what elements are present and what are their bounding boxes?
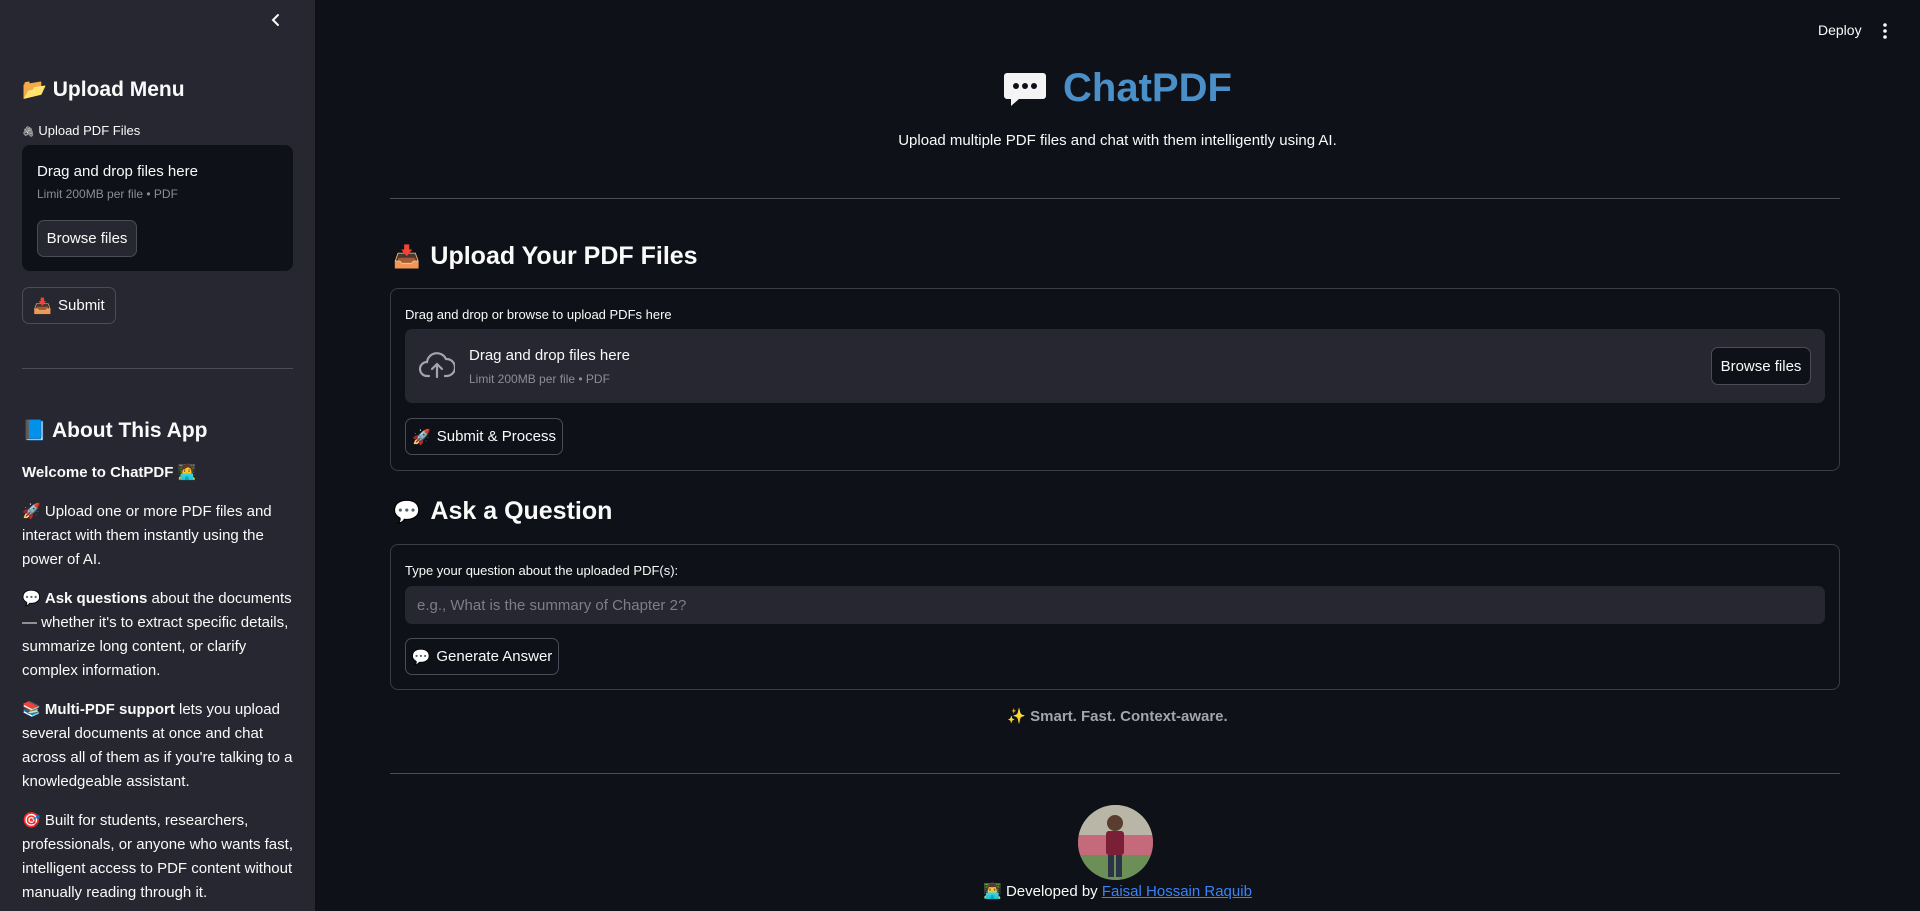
dropzone-limit: Limit 200MB per file • PDF — [37, 187, 178, 201]
target-icon: 🎯 — [22, 812, 41, 829]
submit-process-button[interactable]: 🚀 Submit & Process — [405, 418, 563, 455]
footer-divider — [390, 773, 1840, 774]
tagline: ✨ Smart. Fast. Context-aware. — [1007, 708, 1228, 725]
speech-bubble-icon: 💬 — [22, 590, 41, 607]
about-heading: 📘 About This App — [22, 419, 208, 442]
blue-book-icon: 📘 — [22, 420, 47, 442]
about-para-2: 💬 Ask questions about the documents — wh… — [22, 590, 292, 679]
collapse-sidebar-button[interactable] — [266, 10, 286, 30]
upload-label: Drag and drop or browse to upload PDFs h… — [405, 307, 672, 322]
cloud-upload-icon — [419, 352, 455, 379]
main-menu-button[interactable] — [1878, 22, 1892, 40]
header-divider — [390, 198, 1840, 199]
kebab-menu-icon — [1883, 23, 1887, 39]
deploy-button[interactable]: Deploy — [1818, 22, 1862, 38]
rocket-icon: 🚀 — [412, 428, 431, 446]
chevron-left-icon — [271, 14, 279, 26]
generate-answer-button[interactable]: 💬 Generate Answer — [405, 638, 559, 675]
inbox-tray-icon: 📥 — [33, 297, 52, 315]
paperclip-icon: 🖇 — [22, 127, 35, 138]
author-photo — [1078, 805, 1153, 880]
about-para-1: 🚀 Upload one or more PDF files and inter… — [22, 503, 272, 568]
page-title: ChatPDF — [1063, 66, 1232, 110]
browse-files-button[interactable]: Browse files — [1711, 347, 1811, 385]
question-input[interactable] — [405, 586, 1825, 624]
dropzone-text: Drag and drop files here — [469, 347, 630, 364]
speech-bubble-icon — [1004, 72, 1047, 106]
author-link[interactable]: Faisal Hossain Raquib — [1102, 883, 1252, 900]
inbox-tray-icon: 📥 — [393, 243, 421, 269]
sidebar-browse-button[interactable]: Browse files — [37, 220, 137, 257]
technologist-icon: 👨‍💻 — [983, 883, 1002, 900]
about-para-4: 🎯 Built for students, researchers, profe… — [22, 812, 293, 901]
sidebar: 📂 Upload Menu 🖇 Upload PDF Files Drag an… — [0, 0, 315, 911]
dropzone-text: Drag and drop files here — [37, 163, 198, 180]
sidebar-submit-button[interactable]: 📥 Submit — [22, 287, 116, 324]
question-card: Type your question about the uploaded PD… — [390, 544, 1840, 690]
books-icon: 📚 — [22, 701, 41, 718]
main-dropzone[interactable]: Drag and drop files here Limit 200MB per… — [405, 329, 1825, 403]
sparkles-icon: ✨ — [1007, 708, 1026, 725]
welcome-text: Welcome to ChatPDF 🧑‍💻 — [22, 464, 197, 481]
sidebar-divider — [22, 368, 293, 369]
upload-label: 🖇 Upload PDF Files — [22, 123, 141, 138]
author-avatar — [1078, 805, 1153, 880]
sidebar-dropzone[interactable]: Drag and drop files here Limit 200MB per… — [22, 145, 293, 271]
page-subtitle: Upload multiple PDF files and chat with … — [898, 132, 1337, 149]
speech-bubble-icon: 💬 — [393, 498, 421, 524]
rocket-icon: 🚀 — [22, 503, 41, 520]
about-para-3: 📚 Multi-PDF support lets you upload seve… — [22, 701, 293, 790]
app-header: ChatPDF — [0, 66, 1920, 111]
dropzone-limit: Limit 200MB per file • PDF — [469, 372, 610, 386]
speech-bubble-icon: 💬 — [411, 648, 431, 666]
upload-card: Drag and drop or browse to upload PDFs h… — [390, 288, 1840, 471]
technologist-icon: 🧑‍💻 — [177, 464, 197, 481]
upload-section-heading: 📥 Upload Your PDF Files — [393, 242, 698, 270]
question-label: Type your question about the uploaded PD… — [405, 563, 679, 578]
question-section-heading: 💬 Ask a Question — [393, 497, 613, 525]
developer-credit: 👨‍💻 Developed by Faisal Hossain Raquib — [983, 883, 1252, 900]
